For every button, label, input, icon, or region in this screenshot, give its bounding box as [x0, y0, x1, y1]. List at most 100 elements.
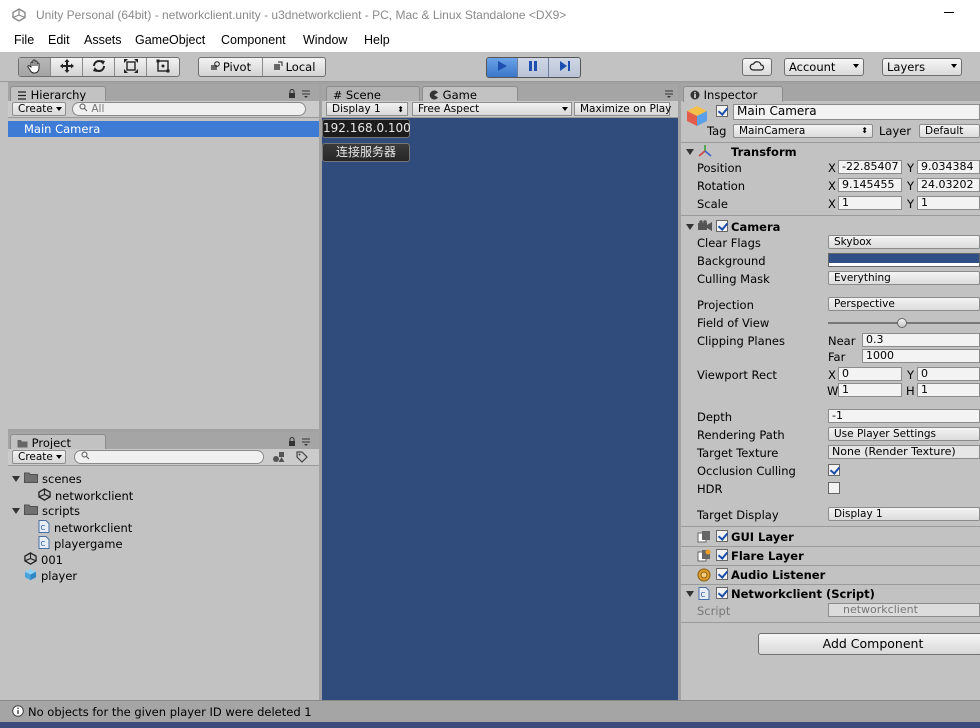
scale-tool-button[interactable]: [115, 58, 147, 76]
object-active-checkbox[interactable]: [716, 105, 728, 117]
window-title: Unity Personal (64bit) - networkclient.u…: [36, 8, 567, 22]
target-display-dropdown[interactable]: Display 1: [828, 507, 980, 521]
tag-value: MainCamera: [739, 125, 806, 137]
pause-button[interactable]: [518, 58, 549, 77]
position-y-input[interactable]: 9.034384: [917, 160, 980, 174]
hierarchy-search-input[interactable]: All: [72, 102, 306, 116]
gui-layer-checkbox[interactable]: [716, 530, 728, 542]
collapse-arrow-icon[interactable]: [686, 149, 694, 155]
add-component-button[interactable]: Add Component: [758, 633, 980, 655]
filter-type-icon[interactable]: [272, 451, 286, 466]
game-canvas[interactable]: 192.168.0.100 连接服务器: [322, 118, 678, 700]
layers-dropdown[interactable]: Layers: [882, 58, 962, 76]
projection-dropdown[interactable]: Perspective: [828, 297, 980, 311]
menu-file[interactable]: File: [14, 33, 34, 47]
camera-enabled-checkbox[interactable]: [716, 220, 728, 232]
status-bar[interactable]: No objects for the given player ID were …: [0, 700, 980, 722]
rotation-y-input[interactable]: 24.03202: [917, 178, 980, 192]
local-icon: [273, 60, 283, 74]
background-color-swatch[interactable]: [828, 253, 980, 267]
local-button[interactable]: Local: [263, 58, 325, 76]
scale-x-label: X: [828, 197, 836, 211]
layer-dropdown[interactable]: Default: [919, 124, 980, 138]
menu-help[interactable]: Help: [364, 33, 390, 47]
tab-hierarchy[interactable]: Hierarchy: [10, 86, 106, 102]
tab-project[interactable]: Project: [10, 434, 106, 450]
tab-inspector[interactable]: Inspector: [683, 86, 783, 102]
scale-x-input[interactable]: 1: [838, 196, 902, 210]
display-label: Display 1: [332, 103, 381, 115]
filter-label-icon[interactable]: [296, 451, 308, 466]
expand-arrow-icon[interactable]: [12, 508, 20, 514]
project-item-scenes-folder[interactable]: scenes: [12, 472, 82, 486]
clear-flags-dropdown[interactable]: Skybox: [828, 235, 980, 249]
project-item-scripts-folder[interactable]: scripts: [12, 504, 80, 518]
display-dropdown[interactable]: Display 1 ⬍: [326, 102, 408, 116]
panel-menu-icon[interactable]: [664, 88, 674, 101]
project-item-player-prefab[interactable]: player: [24, 568, 77, 584]
audio-listener-checkbox[interactable]: [716, 568, 728, 580]
project-item-networkclient-script[interactable]: C networkclient: [38, 520, 132, 536]
networkclient-script-checkbox[interactable]: [716, 587, 728, 599]
far-input[interactable]: 1000: [862, 349, 980, 363]
position-x-input[interactable]: -22.85407: [838, 160, 902, 174]
play-icon: [496, 60, 508, 75]
tab-scene[interactable]: # Scene: [326, 86, 420, 102]
hierarchy-create-dropdown[interactable]: Create: [12, 102, 66, 116]
menu-window[interactable]: Window: [303, 33, 347, 47]
project-create-dropdown[interactable]: Create: [12, 450, 66, 464]
target-texture-field[interactable]: None (Render Texture): [828, 445, 980, 459]
panel-menu-icon[interactable]: [301, 88, 311, 101]
scale-y-input[interactable]: 1: [917, 196, 980, 210]
hdr-checkbox[interactable]: [828, 482, 840, 494]
menu-gameobject[interactable]: GameObject: [135, 33, 205, 47]
menu-assets[interactable]: Assets: [84, 33, 122, 47]
move-tool-button[interactable]: [51, 58, 83, 76]
pivot-button[interactable]: Pivot: [199, 58, 263, 76]
rect-tool-button[interactable]: [147, 58, 179, 76]
audio-listener-title: Audio Listener: [731, 568, 826, 582]
cloud-button[interactable]: [742, 58, 772, 76]
hand-tool-button[interactable]: [19, 58, 51, 76]
target-display-label: Target Display: [697, 508, 779, 522]
play-button[interactable]: [487, 58, 518, 77]
aspect-dropdown[interactable]: Free Aspect: [412, 102, 572, 116]
near-input[interactable]: 0.3: [862, 333, 980, 347]
expand-arrow-icon[interactable]: [12, 476, 20, 482]
viewport-y-input[interactable]: 0: [917, 367, 980, 381]
fov-slider-thumb[interactable]: [897, 318, 908, 328]
viewport-x-input[interactable]: 0: [838, 367, 902, 381]
rendering-path-dropdown[interactable]: Use Player Settings: [828, 427, 980, 441]
collapse-arrow-icon[interactable]: [686, 224, 694, 230]
rotate-tool-button[interactable]: [83, 58, 115, 76]
depth-input[interactable]: -1: [828, 409, 980, 423]
occlusion-culling-checkbox[interactable]: [828, 464, 840, 476]
script-label: Script: [697, 604, 731, 618]
project-item-001-scene[interactable]: 001: [24, 552, 63, 568]
connect-server-button[interactable]: 连接服务器: [322, 143, 410, 162]
step-button[interactable]: [549, 58, 580, 77]
hierarchy-item-main-camera[interactable]: Main Camera: [8, 121, 319, 137]
maximize-on-play-toggle[interactable]: Maximize on Play: [574, 102, 671, 116]
panel-menu-icon[interactable]: [301, 436, 311, 449]
account-dropdown[interactable]: Account: [784, 58, 864, 76]
minimize-button[interactable]: [944, 12, 954, 13]
tab-game[interactable]: Game: [422, 86, 518, 102]
viewport-h-input[interactable]: 1: [917, 383, 980, 397]
culling-mask-dropdown[interactable]: Everything: [828, 271, 980, 285]
rotation-x-input[interactable]: 9.145455: [838, 178, 902, 192]
menu-edit[interactable]: Edit: [48, 33, 70, 47]
viewport-w-input[interactable]: 1: [838, 383, 902, 397]
collapse-arrow-icon[interactable]: [686, 591, 694, 597]
step-icon: [559, 60, 571, 75]
lock-icon[interactable]: [288, 88, 296, 101]
flare-layer-checkbox[interactable]: [716, 549, 728, 561]
project-search-input[interactable]: [74, 450, 264, 464]
project-item-networkclient-scene[interactable]: networkclient: [38, 488, 133, 504]
object-name-input[interactable]: Main Camera: [733, 104, 980, 120]
tag-dropdown[interactable]: MainCamera ⬍: [733, 124, 873, 138]
lock-icon[interactable]: [288, 436, 296, 449]
ip-address-input[interactable]: 192.168.0.100: [322, 119, 411, 138]
menu-component[interactable]: Component: [221, 33, 286, 47]
project-item-playergame-script[interactable]: C playergame: [38, 536, 123, 552]
